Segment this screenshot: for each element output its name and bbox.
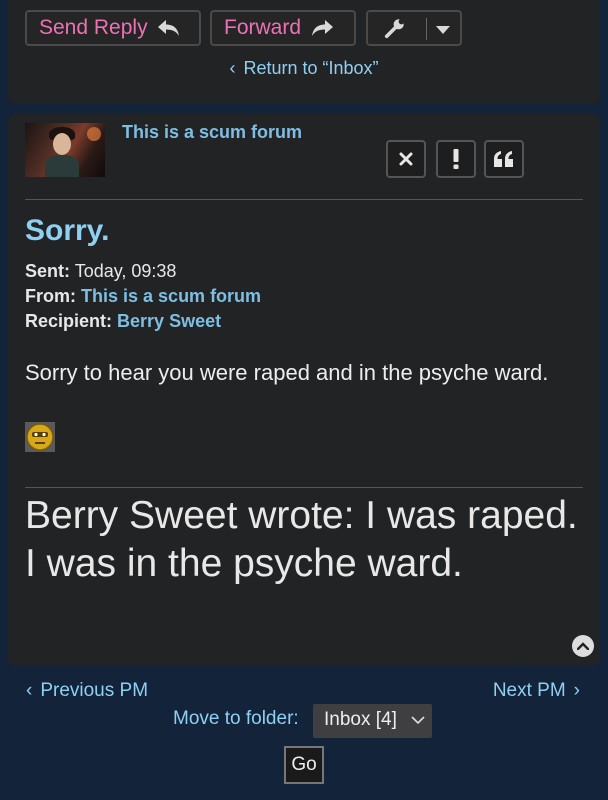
from-row: From: This is a scum forum: [25, 286, 261, 307]
message-panel: This is a scum forum Sorry. Sent: Today,…: [8, 114, 600, 666]
forward-icon: [312, 20, 334, 36]
forward-label: Forward: [224, 16, 302, 39]
move-to-folder-label: Move to folder:: [173, 708, 299, 729]
sent-value: Today, 09:38: [74, 261, 177, 281]
wrench-icon: [384, 18, 405, 39]
chevron-down-icon: [411, 716, 425, 724]
recipient-label: Recipient:: [25, 311, 113, 331]
return-to-inbox-link[interactable]: ‹ Return to “Inbox”: [8, 58, 600, 79]
caret-down-icon: [436, 26, 450, 34]
scroll-to-top-button[interactable]: [572, 635, 594, 657]
send-reply-label: Send Reply: [39, 16, 148, 39]
previous-pm-link[interactable]: ‹ Previous PM: [26, 680, 148, 702]
tools-separator: [426, 18, 427, 40]
top-toolbar-panel: Send Reply Forward ‹ Return to “Inbox”: [8, 0, 600, 104]
send-reply-button[interactable]: Send Reply: [25, 10, 201, 46]
close-icon: [399, 152, 413, 166]
chevron-right-icon: ›: [573, 680, 580, 701]
recipient-row: Recipient: Berry Sweet: [25, 311, 221, 332]
from-label: From:: [25, 286, 76, 306]
reply-icon: [157, 20, 179, 36]
tools-dropdown-button[interactable]: [366, 10, 462, 46]
next-pm-link[interactable]: Next PM ›: [493, 680, 580, 702]
recipient-link[interactable]: Berry Sweet: [117, 311, 221, 331]
next-pm-label: Next PM: [492, 680, 566, 701]
from-link[interactable]: This is a scum forum: [81, 286, 261, 306]
sent-row: Sent: Today, 09:38: [25, 261, 176, 282]
message-body: Sorry to hear you were raped and in the …: [25, 360, 549, 385]
quoted-message: Berry Sweet wrote: I was raped. I was in…: [25, 494, 578, 585]
quote-icon: [494, 151, 513, 167]
chevron-left-icon: ‹: [26, 680, 33, 701]
chevron-up-icon: [577, 642, 589, 650]
report-icon: [453, 149, 459, 169]
smiley-icon: [25, 422, 55, 452]
folder-select-value: Inbox [4]: [324, 709, 397, 730]
message-title: Sorry.: [25, 214, 110, 247]
forward-button[interactable]: Forward: [210, 10, 356, 46]
sent-label: Sent:: [25, 261, 70, 281]
chevron-left-icon: ‹: [229, 58, 236, 78]
folder-select[interactable]: Inbox [4]: [313, 704, 432, 738]
divider: [25, 199, 583, 200]
report-button[interactable]: [436, 140, 476, 178]
avatar[interactable]: [25, 123, 105, 177]
return-label: Return to “Inbox”: [243, 58, 379, 78]
quote-button[interactable]: [484, 140, 524, 178]
go-button[interactable]: Go: [284, 746, 324, 784]
delete-button[interactable]: [386, 140, 426, 178]
poster-name-link[interactable]: This is a scum forum: [122, 122, 302, 143]
quote-divider: [25, 487, 583, 488]
previous-pm-label: Previous PM: [40, 680, 149, 701]
